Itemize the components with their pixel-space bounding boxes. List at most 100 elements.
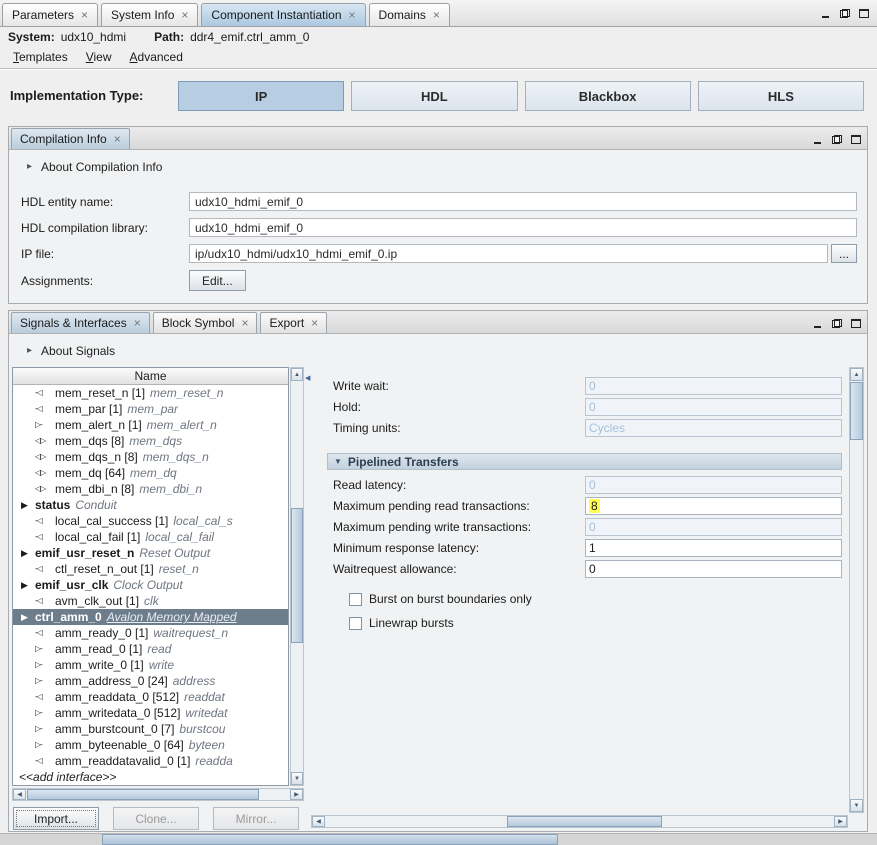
tab-close-icon[interactable]: × xyxy=(433,9,440,21)
tree-horizontal-scrollbar[interactable]: ◀ ▶ xyxy=(12,788,304,801)
tab-component-instantiation[interactable]: Component Instantiation× xyxy=(201,3,365,26)
about-compilation-info[interactable]: ▸ About Compilation Info xyxy=(9,150,867,180)
max-pending-write-input[interactable]: 0 xyxy=(585,518,842,536)
ip-file-browse-button[interactable]: ... xyxy=(831,244,857,263)
scroll-up-icon[interactable]: ▲ xyxy=(850,368,863,381)
impl-type-ip-button[interactable]: IP xyxy=(178,81,344,111)
tree-item[interactable]: ▷-mem_alert_n [1]mem_alert_n xyxy=(13,417,288,433)
tree-item[interactable]: ◁▷mem_dqs_n [8]mem_dqs_n xyxy=(13,449,288,465)
properties-horizontal-scrollbar[interactable]: ◀ ▶ xyxy=(311,815,848,828)
tree-item[interactable]: -◁mem_reset_n [1]mem_reset_n xyxy=(13,385,288,401)
tab-close-icon[interactable]: × xyxy=(134,317,141,329)
restore-icon[interactable] xyxy=(840,9,850,18)
linewrap-bursts-checkbox[interactable] xyxy=(349,617,362,630)
properties-vertical-scrollbar[interactable]: ▲ ▼ xyxy=(849,367,864,813)
collapsed-arrow-icon[interactable]: ▸ xyxy=(27,346,32,356)
mirror-button[interactable]: Mirror... xyxy=(213,807,299,830)
scrollbar-thumb[interactable] xyxy=(102,834,558,845)
tree-item[interactable]: -◁mem_par [1]mem_par xyxy=(13,401,288,417)
clone-button[interactable]: Clone... xyxy=(113,807,199,830)
scrollbar-thumb[interactable] xyxy=(850,382,863,440)
max-pending-read-input[interactable]: 8 xyxy=(585,497,842,515)
tree-vertical-scrollbar[interactable]: ▲ ▼ xyxy=(290,367,304,786)
menu-templates[interactable]: Templates xyxy=(4,48,77,66)
scrollbar-thumb[interactable] xyxy=(507,816,662,827)
tree-item[interactable]: ▷-amm_address_0 [24]address xyxy=(13,673,288,689)
impl-type-hls-button[interactable]: HLS xyxy=(698,81,864,111)
tab-signals-interfaces[interactable]: Signals & Interfaces× xyxy=(11,312,150,333)
tree-item[interactable]: -◁local_cal_success [1]local_cal_s xyxy=(13,513,288,529)
tab-parameters[interactable]: Parameters× xyxy=(2,3,98,26)
read-latency-input[interactable]: 0 xyxy=(585,476,842,494)
maximize-icon[interactable] xyxy=(851,135,861,144)
tree-item[interactable]: ▷-amm_byteenable_0 [64]byteen xyxy=(13,737,288,753)
impl-type-hdl-button[interactable]: HDL xyxy=(351,81,517,111)
maximize-icon[interactable] xyxy=(859,9,869,18)
tree-item[interactable]: ◁▷mem_dq [64]mem_dq xyxy=(13,465,288,481)
scrollbar-thumb[interactable] xyxy=(27,789,259,800)
min-response-latency-input[interactable]: 1 xyxy=(585,539,842,557)
tab-compilation-info[interactable]: Compilation Info × xyxy=(11,128,130,149)
tree-item[interactable]: ▶emif_usr_reset_nReset Output xyxy=(13,545,288,561)
tab-close-icon[interactable]: × xyxy=(181,9,188,21)
scroll-up-icon[interactable]: ▲ xyxy=(291,368,303,381)
scroll-right-icon[interactable]: ▶ xyxy=(834,816,847,827)
tab-close-icon[interactable]: × xyxy=(349,9,356,21)
tab-export[interactable]: Export× xyxy=(260,312,327,333)
tree-item[interactable]: ▷-amm_writedata_0 [512]writedat xyxy=(13,705,288,721)
restore-icon[interactable] xyxy=(832,135,842,144)
tree-item[interactable]: ▶statusConduit xyxy=(13,497,288,513)
tree-item[interactable]: ▷-amm_read_0 [1]read xyxy=(13,641,288,657)
tab-close-icon[interactable]: × xyxy=(311,317,318,329)
add-interface-item[interactable]: <<add interface>> xyxy=(13,769,288,785)
tree-item[interactable]: -◁amm_readdata_0 [512]readdat xyxy=(13,689,288,705)
tab-close-icon[interactable]: × xyxy=(241,317,248,329)
tree-item[interactable]: ▷-amm_burstcount_0 [7]burstcou xyxy=(13,721,288,737)
scroll-right-icon[interactable]: ▶ xyxy=(290,789,303,800)
scroll-left-icon[interactable]: ◀ xyxy=(312,816,325,827)
tab-block-symbol[interactable]: Block Symbol× xyxy=(153,312,258,333)
about-signals[interactable]: ▸ About Signals xyxy=(9,334,867,364)
waitrequest-allowance-input[interactable]: 0 xyxy=(585,560,842,578)
minimize-icon[interactable] xyxy=(821,9,831,18)
scroll-left-icon[interactable]: ◀ xyxy=(13,789,26,800)
scroll-down-icon[interactable]: ▼ xyxy=(850,799,863,812)
minimize-icon[interactable] xyxy=(813,319,823,328)
write-wait-input[interactable]: 0 xyxy=(585,377,842,395)
tree-item[interactable]: -◁amm_ready_0 [1]waitrequest_n xyxy=(13,625,288,641)
hdl-compilation-library-input[interactable]: udx10_hdmi_emif_0 xyxy=(189,218,857,237)
menu-view[interactable]: View xyxy=(77,48,121,66)
tree-item[interactable]: ▶ctrl_amm_0Avalon Memory Mapped xyxy=(13,609,288,625)
tree-item[interactable]: ▶emif_usr_clkClock Output xyxy=(13,577,288,593)
import-button[interactable]: Import... xyxy=(13,807,99,830)
timing-units-input[interactable]: Cycles xyxy=(585,419,842,437)
hold-input[interactable]: 0 xyxy=(585,398,842,416)
tree-item[interactable]: ◁▷mem_dqs [8]mem_dqs xyxy=(13,433,288,449)
maximize-icon[interactable] xyxy=(851,319,861,328)
minimize-icon[interactable] xyxy=(813,135,823,144)
pipelined-transfers-section-header[interactable]: ▼ Pipelined Transfers xyxy=(327,453,842,470)
collapsed-arrow-icon[interactable]: ▸ xyxy=(27,162,32,172)
tree-item[interactable]: -◁local_cal_fail [1]local_cal_fail xyxy=(13,529,288,545)
ip-file-input[interactable]: ip/udx10_hdmi/udx10_hdmi_emif_0.ip xyxy=(189,244,828,263)
scrollbar-thumb[interactable] xyxy=(291,508,303,643)
tab-close-icon[interactable]: × xyxy=(114,133,121,145)
assignments-button[interactable]: Edit... xyxy=(189,270,246,291)
window-horizontal-scrollbar[interactable] xyxy=(0,833,877,845)
tab-close-icon[interactable]: × xyxy=(81,9,88,21)
menu-advanced[interactable]: Advanced xyxy=(121,48,192,66)
scroll-down-icon[interactable]: ▼ xyxy=(291,772,303,785)
tab-system-info[interactable]: System Info× xyxy=(101,3,198,26)
tab-domains[interactable]: Domains× xyxy=(369,3,450,26)
tree-item[interactable]: -◁amm_readdatavalid_0 [1]readda xyxy=(13,753,288,769)
tree-item[interactable]: -◁ctl_reset_n_out [1]reset_n xyxy=(13,561,288,577)
hdl-entity-name-input[interactable]: udx10_hdmi_emif_0 xyxy=(189,192,857,211)
restore-icon[interactable] xyxy=(832,319,842,328)
collapse-left-icon[interactable]: ◀ xyxy=(305,375,310,382)
impl-type-blackbox-button[interactable]: Blackbox xyxy=(525,81,691,111)
tree-item[interactable]: -◁avm_clk_out [1]clk xyxy=(13,593,288,609)
tree-name-column-header[interactable]: Name xyxy=(13,368,288,385)
tree-item[interactable]: ▷-amm_write_0 [1]write xyxy=(13,657,288,673)
tree-item[interactable]: ◁▷mem_dbi_n [8]mem_dbi_n xyxy=(13,481,288,497)
burst-boundaries-checkbox[interactable] xyxy=(349,593,362,606)
